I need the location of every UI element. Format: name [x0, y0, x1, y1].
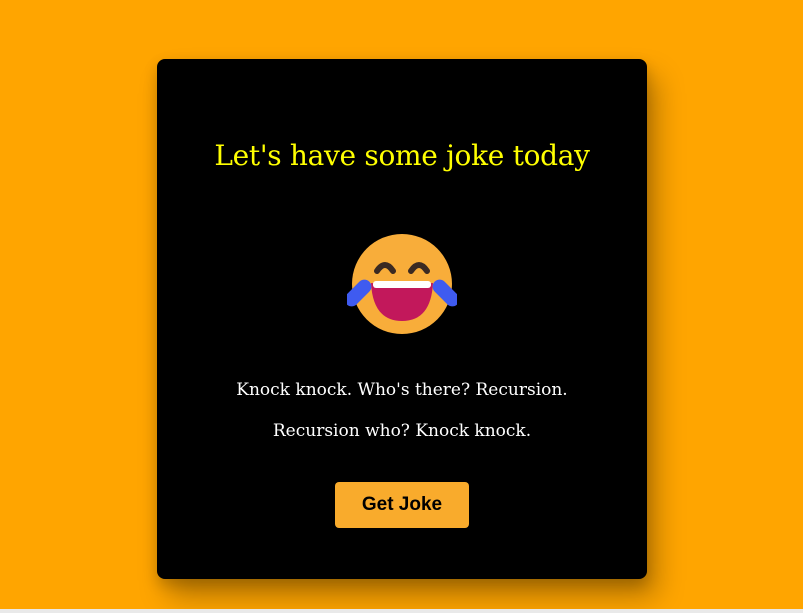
face-with-tears-of-joy-icon — [344, 234, 460, 334]
get-joke-button[interactable]: Get Joke — [335, 482, 469, 528]
bottom-edge-strip — [0, 609, 803, 613]
joke-card: Let's have some joke today Knock knock. … — [157, 59, 647, 579]
laughing-emoji-icon — [344, 229, 460, 339]
joke-text: Knock knock. Who's there? Recursion. Rec… — [236, 380, 568, 441]
page-title: Let's have some joke today — [214, 139, 590, 172]
